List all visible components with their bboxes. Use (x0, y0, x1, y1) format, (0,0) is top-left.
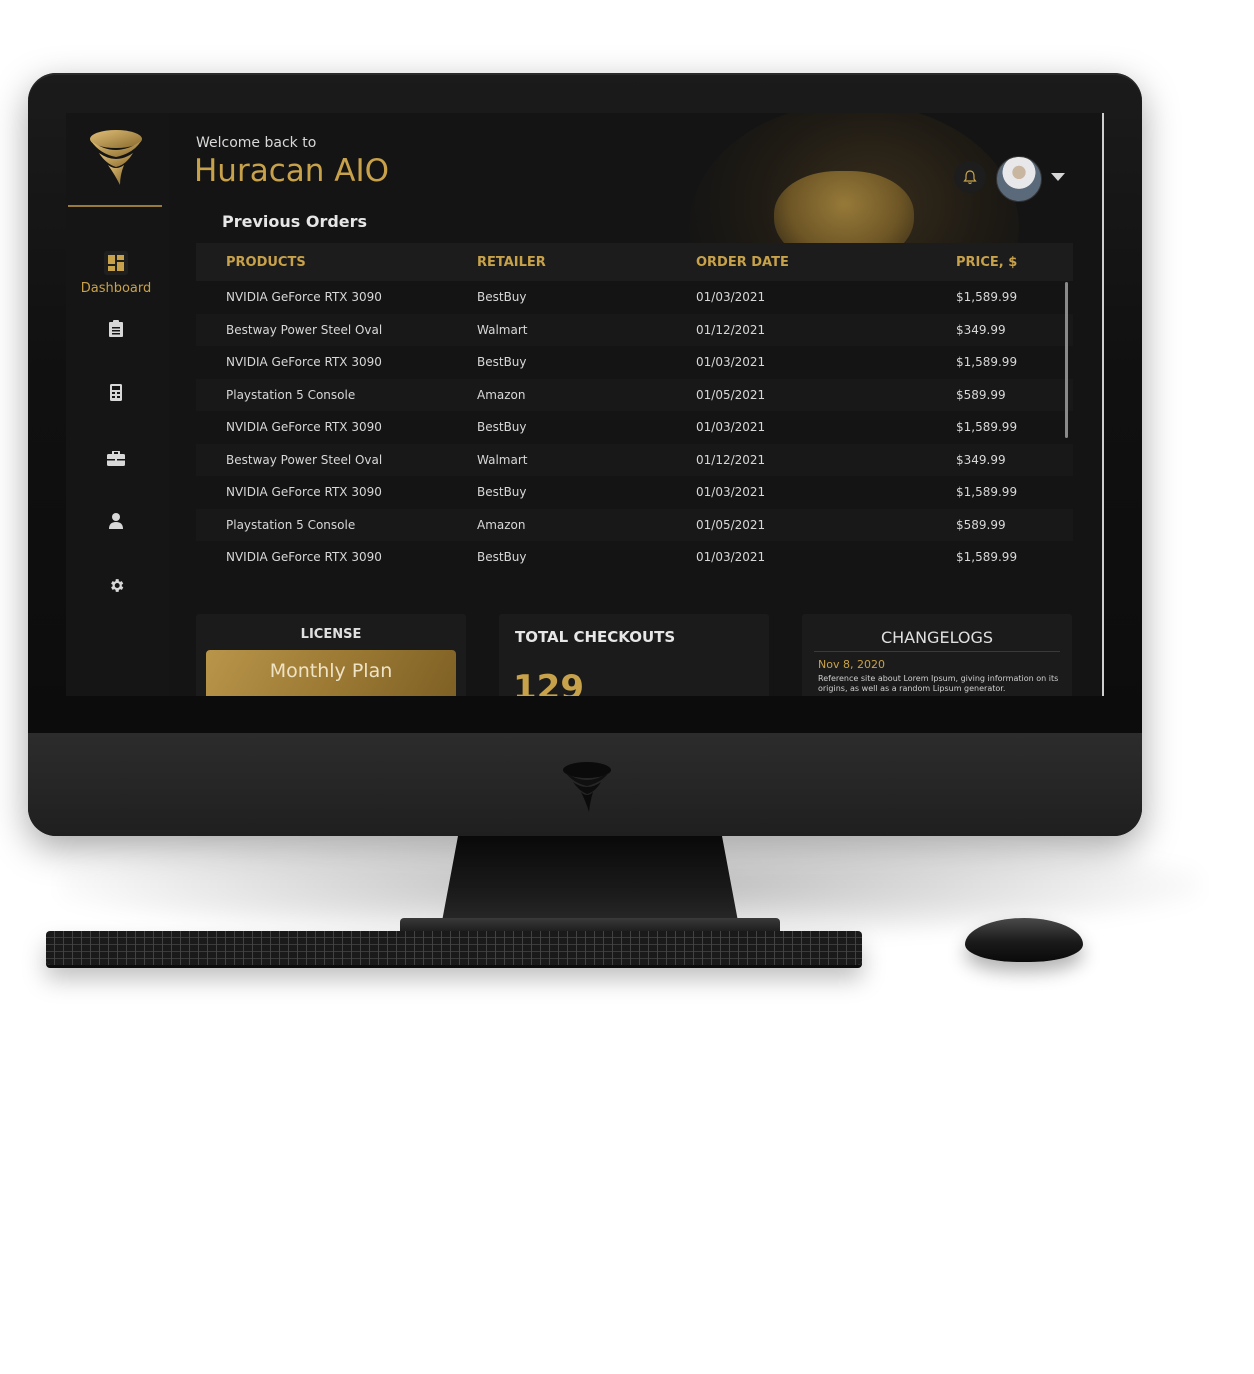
table-row[interactable]: NVIDIA GeForce RTX 3090 BestBuy 01/03/20… (196, 411, 1073, 444)
license-title: LICENSE (300, 627, 362, 642)
bell-icon (963, 169, 977, 184)
cell-retailer: Amazon (477, 517, 526, 532)
cell-order-date: 01/05/2021 (696, 387, 766, 402)
table-header: PRODUCTS RETAILER ORDER DATE PRICE, $ (196, 243, 1073, 281)
cell-order-date: 01/12/2021 (696, 322, 766, 337)
column-header-retailer[interactable]: RETAILER (446, 255, 666, 270)
license-card: LICENSE Monthly Plan (196, 614, 466, 696)
table-row[interactable]: Playstation 5 Console Amazon 01/05/2021 … (196, 378, 1073, 411)
cell-product: NVIDIA GeForce RTX 3090 (226, 485, 382, 500)
cell-price: $589.99 (956, 387, 1006, 402)
screen-edge (1102, 113, 1104, 696)
cell-order-date: 01/03/2021 (696, 550, 766, 565)
calculator-icon (106, 382, 126, 402)
cell-product: NVIDIA GeForce RTX 3090 (226, 290, 382, 305)
cell-price: $349.99 (956, 322, 1006, 337)
screen: Dashboard Welcome back to Huracan AIO Pr… (66, 113, 1104, 696)
keyboard (46, 931, 862, 965)
changelogs-card: CHANGELOGS Nov 8, 2020 Reference site ab… (802, 614, 1072, 696)
cell-order-date: 01/03/2021 (696, 420, 766, 435)
cell-order-date: 01/05/2021 (696, 517, 766, 532)
avatar[interactable] (996, 156, 1042, 202)
orders-table: PRODUCTS RETAILER ORDER DATE PRICE, $ NV… (196, 243, 1073, 574)
table-row[interactable]: NVIDIA GeForce RTX 3090 BestBuy 01/03/20… (196, 281, 1073, 314)
sidebar-item-calculator[interactable] (66, 382, 166, 402)
cell-product: Bestway Power Steel Oval (226, 452, 383, 467)
gear-icon (106, 575, 126, 595)
cell-price: $1,589.99 (956, 550, 1018, 565)
sidebar-item-dashboard[interactable]: Dashboard (66, 251, 166, 296)
page-title: Huracan AIO (194, 153, 389, 189)
sidebar-item-orders[interactable] (66, 318, 166, 338)
cell-product: NVIDIA GeForce RTX 3090 (226, 420, 382, 435)
total-checkouts-card: TOTAL CHECKOUTS 129 (499, 614, 769, 696)
changelogs-title: CHANGELOGS (880, 628, 994, 647)
cell-retailer: BestBuy (477, 550, 527, 565)
cell-retailer: BestBuy (477, 420, 527, 435)
checkouts-title: TOTAL CHECKOUTS (515, 628, 676, 646)
sidebar: Dashboard (66, 113, 169, 696)
cell-price: $1,589.99 (956, 485, 1018, 500)
table-row[interactable]: Bestway Power Steel Oval Walmart 01/12/2… (196, 313, 1073, 346)
changelog-text: Reference site about Lorem Ipsum, giving… (818, 674, 1059, 693)
section-title-previous-orders: Previous Orders (222, 212, 368, 231)
cell-retailer: Amazon (477, 387, 526, 402)
cell-product: NVIDIA GeForce RTX 3090 (226, 550, 382, 565)
cell-retailer: Walmart (477, 452, 528, 467)
tornado-logo-icon (90, 130, 142, 185)
brand-divider (68, 205, 162, 207)
column-header-products[interactable]: PRODUCTS (196, 255, 446, 270)
main-content: Welcome back to Huracan AIO Previous Ord… (169, 113, 1104, 696)
cell-retailer: BestBuy (477, 290, 527, 305)
cell-retailer: Walmart (477, 322, 528, 337)
notifications-button[interactable] (954, 161, 986, 193)
table-row[interactable]: NVIDIA GeForce RTX 3090 BestBuy 01/03/20… (196, 476, 1073, 509)
cell-product: Playstation 5 Console (226, 387, 356, 402)
table-row[interactable]: NVIDIA GeForce RTX 3090 BestBuy 01/03/20… (196, 346, 1073, 379)
cell-order-date: 01/03/2021 (696, 485, 766, 500)
mouse (965, 918, 1083, 962)
cell-order-date: 01/03/2021 (696, 290, 766, 305)
plan-label: Monthly Plan (269, 660, 393, 682)
column-header-order-date[interactable]: ORDER DATE (666, 255, 926, 270)
cell-price: $589.99 (956, 517, 1006, 532)
plan-card[interactable]: Monthly Plan (206, 650, 456, 696)
cell-order-date: 01/12/2021 (696, 452, 766, 467)
cell-retailer: BestBuy (477, 485, 527, 500)
welcome-text: Welcome back to (196, 135, 317, 151)
table-row[interactable]: Playstation 5 Console Amazon 01/05/2021 … (196, 508, 1073, 541)
changelogs-divider (814, 651, 1060, 652)
table-row[interactable]: Bestway Power Steel Oval Walmart 01/12/2… (196, 443, 1073, 476)
changelog-date: Nov 8, 2020 (818, 658, 885, 671)
cell-order-date: 01/03/2021 (696, 355, 766, 370)
dashboard-icon (104, 251, 128, 275)
cell-price: $1,589.99 (956, 420, 1018, 435)
cell-retailer: BestBuy (477, 355, 527, 370)
cell-product: Bestway Power Steel Oval (226, 322, 383, 337)
sidebar-item-label: Dashboard (80, 281, 152, 296)
cell-price: $1,589.99 (956, 290, 1018, 305)
sidebar-item-briefcase[interactable] (66, 448, 166, 468)
checkouts-value: 129 (513, 668, 584, 696)
clipboard-icon (106, 318, 126, 338)
sidebar-item-settings[interactable] (66, 575, 166, 595)
user-icon (106, 511, 126, 531)
cell-price: $349.99 (956, 452, 1006, 467)
cell-product: Playstation 5 Console (226, 517, 356, 532)
sidebar-item-profile[interactable] (66, 511, 166, 531)
column-header-price[interactable]: PRICE, $ (926, 255, 1073, 270)
chevron-down-icon[interactable] (1051, 173, 1065, 181)
briefcase-icon (106, 448, 126, 468)
table-scrollbar[interactable] (1065, 282, 1068, 438)
table-row[interactable]: NVIDIA GeForce RTX 3090 BestBuy 01/03/20… (196, 541, 1073, 574)
cell-price: $1,589.99 (956, 355, 1018, 370)
cell-product: NVIDIA GeForce RTX 3090 (226, 355, 382, 370)
chin-logo-icon (563, 762, 611, 812)
